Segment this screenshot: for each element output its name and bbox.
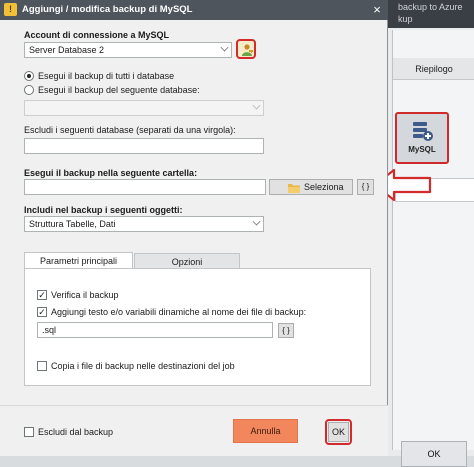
database-select[interactable] [24, 100, 264, 116]
append-text-checkbox[interactable]: ✓ [37, 307, 47, 317]
folder-label: Esegui il backup nella seguente cartella… [24, 168, 198, 178]
tab-panel: ✓ Verifica il backup ✓ Aggiungi testo e/… [24, 268, 371, 386]
chevron-down-icon [220, 43, 229, 52]
account-label: Account di connessione a MySQL [24, 30, 170, 40]
backup-dialog: ! Aggiungi / modifica backup di MySQL × … [0, 0, 388, 456]
include-objects-value: Struttura Tabelle, Dati [29, 219, 116, 229]
copy-checkbox[interactable] [37, 361, 47, 371]
append-variables-button[interactable]: { } [278, 323, 294, 338]
exclude-databases-input[interactable] [24, 138, 264, 154]
app-icon: ! [4, 3, 17, 16]
background-title-fragment: backup to Azure [398, 2, 463, 12]
append-text-input[interactable]: .sql [37, 322, 273, 338]
radio-selected-label: Esegui il backup del seguente database: [38, 85, 200, 95]
background-ok-button[interactable]: OK [401, 441, 467, 467]
edit-account-button[interactable] [236, 39, 256, 59]
exclude-backup-label: Escludi dal backup [38, 427, 114, 437]
select-folder-label: Seleziona [304, 182, 344, 192]
exclude-databases-label: Escludi i seguenti database (separati da… [24, 125, 236, 135]
exclude-backup-checkbox[interactable] [24, 427, 34, 437]
chevron-down-icon [252, 217, 261, 226]
mysql-button-label: MySQL [408, 145, 436, 154]
close-icon[interactable]: × [368, 1, 386, 19]
folder-icon [288, 184, 300, 193]
dialog-titlebar: ! Aggiungi / modifica backup di MySQL × [0, 0, 388, 20]
verify-label: Verifica il backup [51, 290, 119, 300]
account-select-value: Server Database 2 [29, 45, 105, 55]
chevron-down-icon [252, 101, 261, 110]
user-icon [242, 44, 253, 56]
database-icon [413, 122, 433, 141]
include-label: Includi nel backup i seguenti oggetti: [24, 205, 183, 215]
ok-button[interactable]: OK [328, 422, 349, 442]
radio-selected-database[interactable] [24, 85, 34, 95]
background-panel: Riepilogo MySQL OK [392, 30, 474, 467]
dialog-title: Aggiungi / modifica backup di MySQL [22, 4, 193, 15]
tab-options[interactable]: Opzioni [134, 253, 240, 269]
verify-checkbox[interactable]: ✓ [37, 290, 47, 300]
append-text-label: Aggiungi testo e/o variabili dinamiche a… [51, 307, 307, 317]
copy-label: Copia i file di backup nelle destinazion… [51, 361, 235, 371]
select-folder-button[interactable]: Seleziona [269, 179, 353, 195]
cancel-button[interactable]: Annulla [233, 419, 298, 443]
folder-input[interactable] [24, 179, 266, 195]
tab-main-parameters[interactable]: Parametri principali [24, 252, 133, 269]
background-title-fragment-2: kup [398, 14, 413, 24]
background-window: backup to Azure kup Riepilogo MySQL OK [388, 0, 474, 467]
mysql-backup-button[interactable]: MySQL [395, 112, 449, 164]
include-objects-select[interactable]: Struttura Tabelle, Dati [24, 216, 264, 232]
background-titlebar: backup to Azure kup [388, 0, 474, 28]
account-select[interactable]: Server Database 2 [24, 42, 232, 58]
tab-riepilogo[interactable]: Riepilogo [393, 58, 474, 80]
radio-all-label: Esegui il backup di tutti i database [38, 71, 175, 81]
folder-variables-button[interactable]: { } [357, 179, 374, 195]
append-text-value: .sql [42, 325, 57, 335]
radio-all-databases[interactable] [24, 71, 34, 81]
